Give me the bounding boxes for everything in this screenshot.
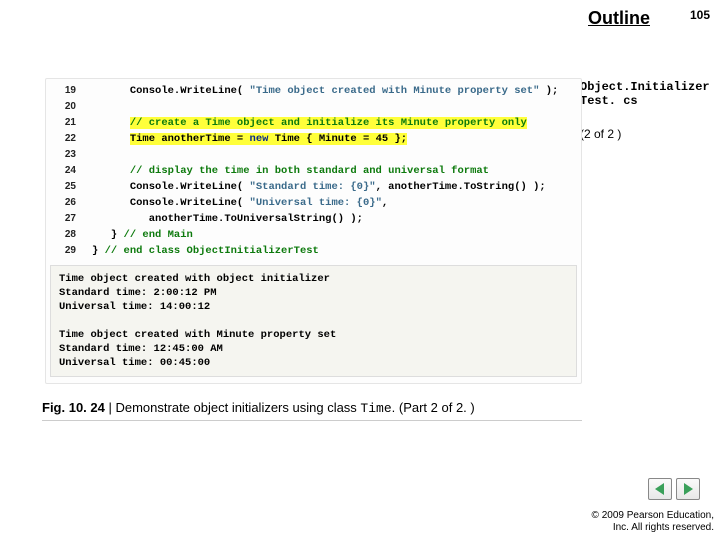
page-number: 105 <box>690 8 710 22</box>
code-line: 20 <box>46 99 581 115</box>
copyright-line2: Inc. All rights reserved. <box>592 522 714 534</box>
code-line: 29} // end class ObjectInitializerTest <box>46 243 581 259</box>
code-line: 19 Console.WriteLine( "Time object creat… <box>46 83 581 99</box>
code-line: 27 anotherTime.ToUniversalString() ); <box>46 211 581 227</box>
next-button[interactable] <box>676 478 700 500</box>
code-content: Console.WriteLine( "Universal time: {0}"… <box>92 195 581 211</box>
code-content: } // end class ObjectInitializerTest <box>92 243 581 259</box>
program-output: Time object created with object initiali… <box>50 265 577 377</box>
nav-controls <box>648 478 700 500</box>
code-listing: 19 Console.WriteLine( "Time object creat… <box>45 78 582 384</box>
code-content: // create a Time object and initialize i… <box>92 115 581 131</box>
code-line: 28 } // end Main <box>46 227 581 243</box>
filename-line1: Object.Initializer <box>580 80 720 94</box>
copyright: © 2009 Pearson Education, Inc. All right… <box>592 510 714 534</box>
code-content: // display the time in both standard and… <box>92 163 581 179</box>
triangle-left-icon <box>655 483 665 495</box>
code-content: Console.WriteLine( "Time object created … <box>92 83 581 99</box>
caption-text2: . (Part 2 of 2. ) <box>392 400 475 415</box>
sidebar: Object.Initializer Test. cs (2 of 2 ) <box>580 80 720 141</box>
line-number: 20 <box>46 99 92 115</box>
code-content: Time anotherTime = new Time { Minute = 4… <box>92 131 581 147</box>
line-number: 24 <box>46 163 92 179</box>
code-line: 25 Console.WriteLine( "Standard time: {0… <box>46 179 581 195</box>
line-number: 27 <box>46 211 92 227</box>
filename-line2: Test. cs <box>580 94 720 108</box>
caption-text1: Demonstrate object initializers using cl… <box>115 400 360 415</box>
copyright-line1: © 2009 Pearson Education, <box>592 510 714 522</box>
line-number: 21 <box>46 115 92 131</box>
line-number: 25 <box>46 179 92 195</box>
caption-rule <box>42 420 582 421</box>
code-line: 24 // display the time in both standard … <box>46 163 581 179</box>
code-line: 23 <box>46 147 581 163</box>
triangle-right-icon <box>683 483 693 495</box>
code-content: } // end Main <box>92 227 581 243</box>
code-line: 26 Console.WriteLine( "Universal time: {… <box>46 195 581 211</box>
caption-classname: Time <box>360 401 391 416</box>
code-line: 21 // create a Time object and initializ… <box>46 115 581 131</box>
line-number: 23 <box>46 147 92 163</box>
code-line: 22 Time anotherTime = new Time { Minute … <box>46 131 581 147</box>
figure-number: Fig. 10. 24 <box>42 400 105 415</box>
code-content: anotherTime.ToUniversalString() ); <box>92 211 581 227</box>
prev-button[interactable] <box>648 478 672 500</box>
line-number: 19 <box>46 83 92 99</box>
caption-sep: | <box>105 400 116 415</box>
line-number: 26 <box>46 195 92 211</box>
line-number: 22 <box>46 131 92 147</box>
code-content: Console.WriteLine( "Standard time: {0}",… <box>92 179 581 195</box>
line-number: 28 <box>46 227 92 243</box>
page-part: (2 of 2 ) <box>580 127 720 141</box>
outline-heading: Outline <box>588 8 650 29</box>
line-number: 29 <box>46 243 92 259</box>
figure-caption: Fig. 10. 24 | Demonstrate object initial… <box>42 400 475 416</box>
